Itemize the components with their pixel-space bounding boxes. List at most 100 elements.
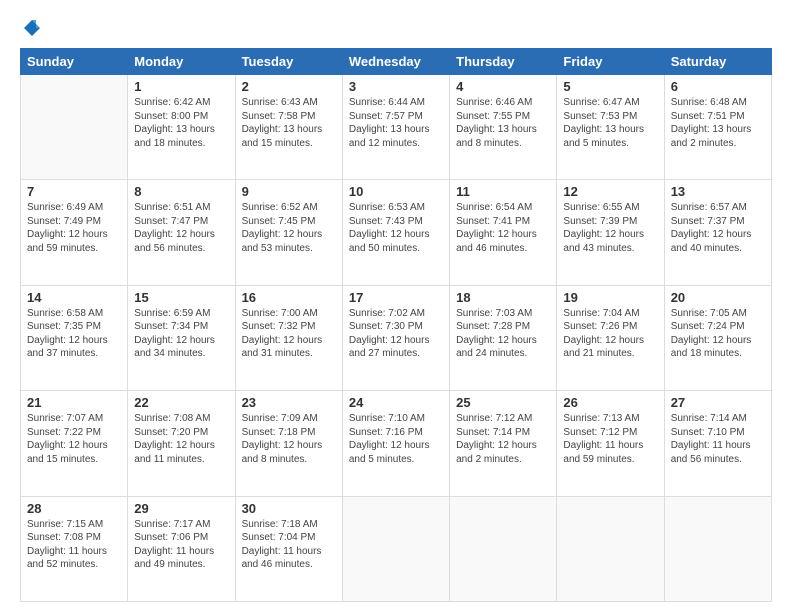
day-info: Sunrise: 7:14 AM Sunset: 7:10 PM Dayligh…	[671, 412, 765, 466]
day-number: 9	[242, 184, 336, 199]
day-number: 26	[563, 395, 657, 410]
day-info: Sunrise: 7:02 AM Sunset: 7:30 PM Dayligh…	[349, 307, 443, 361]
table-row: 3Sunrise: 6:44 AM Sunset: 7:57 PM Daylig…	[342, 75, 449, 180]
table-row	[664, 496, 771, 601]
day-info: Sunrise: 7:07 AM Sunset: 7:22 PM Dayligh…	[27, 412, 121, 466]
day-info: Sunrise: 6:52 AM Sunset: 7:45 PM Dayligh…	[242, 201, 336, 255]
day-number: 30	[242, 501, 336, 516]
day-info: Sunrise: 7:04 AM Sunset: 7:26 PM Dayligh…	[563, 307, 657, 361]
col-wednesday: Wednesday	[342, 49, 449, 75]
day-number: 16	[242, 290, 336, 305]
day-info: Sunrise: 7:15 AM Sunset: 7:08 PM Dayligh…	[27, 518, 121, 572]
calendar-week-row: 28 Sunrise: 7:15 AM Sunset: 7:08 PM Dayli…	[21, 496, 772, 601]
table-row: 20Sunrise: 7:05 AM Sunset: 7:24 PM Dayli…	[664, 285, 771, 390]
col-sunday: Sunday	[21, 49, 128, 75]
day-number: 14	[27, 290, 121, 305]
day-info: Sunrise: 7:03 AM Sunset: 7:28 PM Dayligh…	[456, 307, 550, 361]
day-number: 23	[242, 395, 336, 410]
day-number: 2	[242, 79, 336, 94]
table-row: 22 Sunrise: 7:08 AM Sunset: 7:20 PM Dayli…	[128, 391, 235, 496]
col-thursday: Thursday	[450, 49, 557, 75]
logo	[20, 18, 42, 38]
table-row: 19Sunrise: 7:04 AM Sunset: 7:26 PM Dayli…	[557, 285, 664, 390]
day-number: 27	[671, 395, 765, 410]
table-row: 28 Sunrise: 7:15 AM Sunset: 7:08 PM Dayli…	[21, 496, 128, 601]
table-row: 5 Sunrise: 6:47 AM Sunset: 7:53 PM Daylig…	[557, 75, 664, 180]
day-number: 7	[27, 184, 121, 199]
day-info: Sunrise: 6:49 AM Sunset: 7:49 PM Dayligh…	[27, 201, 121, 255]
day-info: Sunrise: 6:46 AM Sunset: 7:55 PM Dayligh…	[456, 96, 550, 150]
calendar-week-row: 21 Sunrise: 7:07 AM Sunset: 7:22 PM Dayli…	[21, 391, 772, 496]
table-row: 29 Sunrise: 7:17 AM Sunset: 7:06 PM Dayli…	[128, 496, 235, 601]
logo-icon	[22, 18, 42, 38]
day-info: Sunrise: 7:09 AM Sunset: 7:18 PM Dayligh…	[242, 412, 336, 466]
table-row: 18 Sunrise: 7:03 AM Sunset: 7:28 PM Dayli…	[450, 285, 557, 390]
day-number: 10	[349, 184, 443, 199]
col-monday: Monday	[128, 49, 235, 75]
table-row: 15 Sunrise: 6:59 AM Sunset: 7:34 PM Dayli…	[128, 285, 235, 390]
table-row: 27 Sunrise: 7:14 AM Sunset: 7:10 PM Dayli…	[664, 391, 771, 496]
calendar-week-row: 1 Sunrise: 6:42 AM Sunset: 8:00 PM Daylig…	[21, 75, 772, 180]
day-number: 4	[456, 79, 550, 94]
day-info: Sunrise: 6:43 AM Sunset: 7:58 PM Dayligh…	[242, 96, 336, 150]
day-info: Sunrise: 7:13 AM Sunset: 7:12 PM Dayligh…	[563, 412, 657, 466]
table-row: 11Sunrise: 6:54 AM Sunset: 7:41 PM Dayli…	[450, 180, 557, 285]
table-row	[342, 496, 449, 601]
col-tuesday: Tuesday	[235, 49, 342, 75]
day-info: Sunrise: 7:00 AM Sunset: 7:32 PM Dayligh…	[242, 307, 336, 361]
day-info: Sunrise: 6:44 AM Sunset: 7:57 PM Dayligh…	[349, 96, 443, 150]
table-row: 4 Sunrise: 6:46 AM Sunset: 7:55 PM Daylig…	[450, 75, 557, 180]
day-number: 15	[134, 290, 228, 305]
day-info: Sunrise: 6:59 AM Sunset: 7:34 PM Dayligh…	[134, 307, 228, 361]
day-number: 22	[134, 395, 228, 410]
day-info: Sunrise: 7:17 AM Sunset: 7:06 PM Dayligh…	[134, 518, 228, 572]
day-number: 11	[456, 184, 550, 199]
day-number: 13	[671, 184, 765, 199]
table-row: 2 Sunrise: 6:43 AM Sunset: 7:58 PM Daylig…	[235, 75, 342, 180]
col-saturday: Saturday	[664, 49, 771, 75]
day-info: Sunrise: 7:10 AM Sunset: 7:16 PM Dayligh…	[349, 412, 443, 466]
day-number: 8	[134, 184, 228, 199]
day-info: Sunrise: 6:55 AM Sunset: 7:39 PM Dayligh…	[563, 201, 657, 255]
table-row: 21 Sunrise: 7:07 AM Sunset: 7:22 PM Dayli…	[21, 391, 128, 496]
day-number: 18	[456, 290, 550, 305]
table-row: 23 Sunrise: 7:09 AM Sunset: 7:18 PM Dayli…	[235, 391, 342, 496]
table-row: 13 Sunrise: 6:57 AM Sunset: 7:37 PM Dayli…	[664, 180, 771, 285]
table-row: 25 Sunrise: 7:12 AM Sunset: 7:14 PM Dayli…	[450, 391, 557, 496]
day-number: 12	[563, 184, 657, 199]
table-row: 14 Sunrise: 6:58 AM Sunset: 7:35 PM Dayli…	[21, 285, 128, 390]
day-info: Sunrise: 7:12 AM Sunset: 7:14 PM Dayligh…	[456, 412, 550, 466]
day-info: Sunrise: 6:47 AM Sunset: 7:53 PM Dayligh…	[563, 96, 657, 150]
day-number: 20	[671, 290, 765, 305]
table-row: 1 Sunrise: 6:42 AM Sunset: 8:00 PM Daylig…	[128, 75, 235, 180]
day-number: 1	[134, 79, 228, 94]
table-row: 16 Sunrise: 7:00 AM Sunset: 7:32 PM Dayli…	[235, 285, 342, 390]
day-info: Sunrise: 6:48 AM Sunset: 7:51 PM Dayligh…	[671, 96, 765, 150]
day-info: Sunrise: 6:53 AM Sunset: 7:43 PM Dayligh…	[349, 201, 443, 255]
day-number: 28	[27, 501, 121, 516]
page: Sunday Monday Tuesday Wednesday Thursday…	[0, 0, 792, 612]
day-number: 5	[563, 79, 657, 94]
col-friday: Friday	[557, 49, 664, 75]
table-row: 9 Sunrise: 6:52 AM Sunset: 7:45 PM Daylig…	[235, 180, 342, 285]
table-row: 30 Sunrise: 7:18 AM Sunset: 7:04 PM Dayli…	[235, 496, 342, 601]
day-number: 29	[134, 501, 228, 516]
day-info: Sunrise: 6:58 AM Sunset: 7:35 PM Dayligh…	[27, 307, 121, 361]
day-info: Sunrise: 6:57 AM Sunset: 7:37 PM Dayligh…	[671, 201, 765, 255]
calendar-header-row: Sunday Monday Tuesday Wednesday Thursday…	[21, 49, 772, 75]
calendar-table: Sunday Monday Tuesday Wednesday Thursday…	[20, 48, 772, 602]
day-number: 25	[456, 395, 550, 410]
day-info: Sunrise: 7:08 AM Sunset: 7:20 PM Dayligh…	[134, 412, 228, 466]
table-row: 12 Sunrise: 6:55 AM Sunset: 7:39 PM Dayli…	[557, 180, 664, 285]
day-number: 17	[349, 290, 443, 305]
day-number: 6	[671, 79, 765, 94]
table-row: 26 Sunrise: 7:13 AM Sunset: 7:12 PM Dayli…	[557, 391, 664, 496]
day-number: 21	[27, 395, 121, 410]
table-row: 24 Sunrise: 7:10 AM Sunset: 7:16 PM Dayli…	[342, 391, 449, 496]
day-number: 24	[349, 395, 443, 410]
day-info: Sunrise: 7:18 AM Sunset: 7:04 PM Dayligh…	[242, 518, 336, 572]
table-row: 7 Sunrise: 6:49 AM Sunset: 7:49 PM Daylig…	[21, 180, 128, 285]
day-info: Sunrise: 6:42 AM Sunset: 8:00 PM Dayligh…	[134, 96, 228, 150]
table-row	[557, 496, 664, 601]
table-row: 17 Sunrise: 7:02 AM Sunset: 7:30 PM Dayli…	[342, 285, 449, 390]
